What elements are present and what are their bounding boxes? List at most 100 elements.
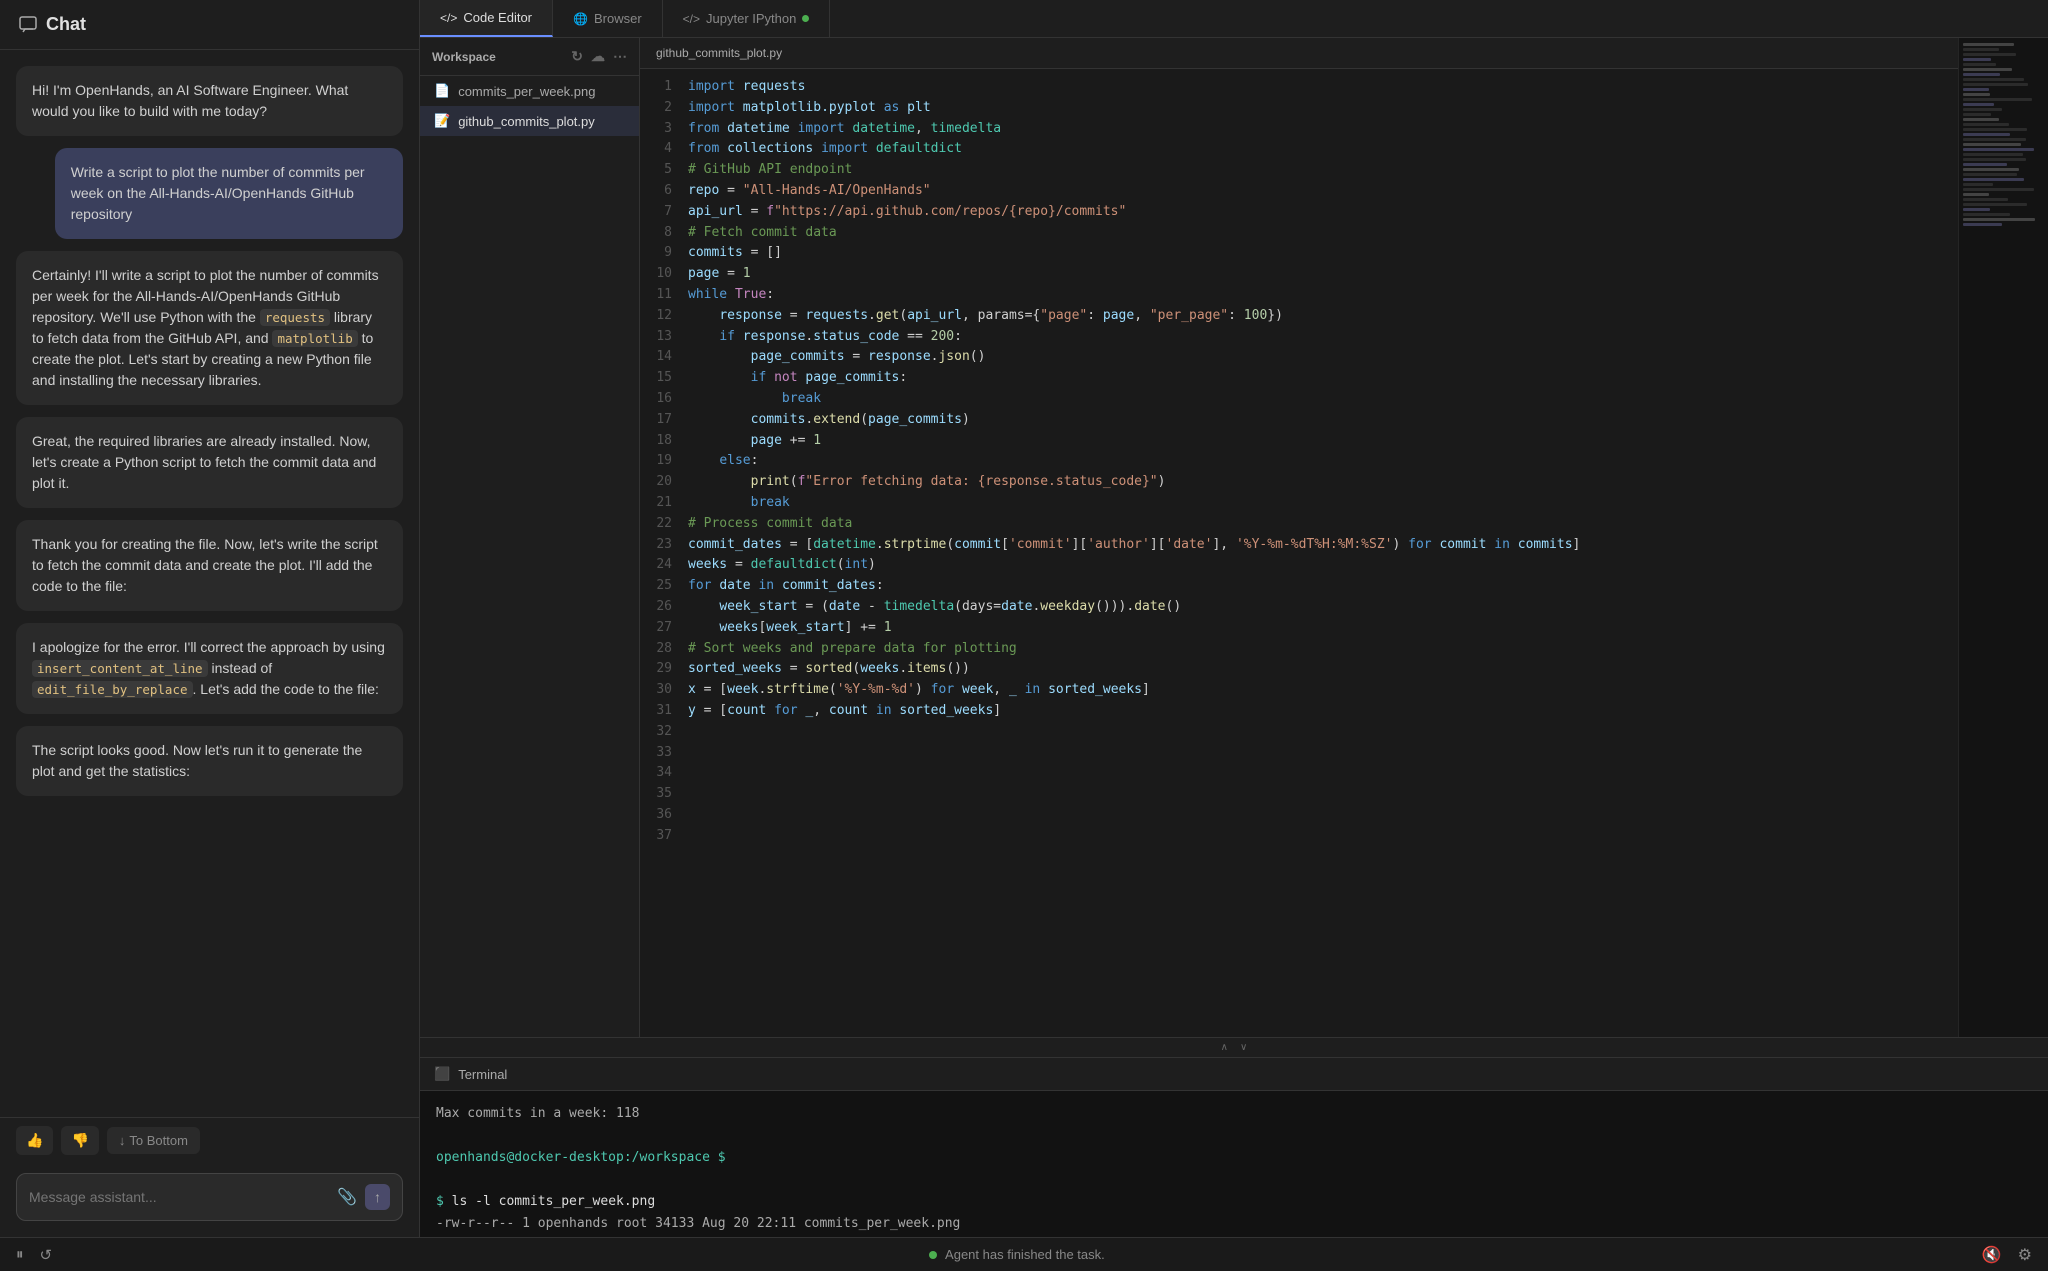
code-line-29: for date in commit_dates: <box>688 576 1942 597</box>
to-bottom-arrow-icon: ↓ <box>119 1133 126 1148</box>
chat-message-2: Certainly! I'll write a script to plot t… <box>16 251 403 405</box>
terminal-body[interactable]: Max commits in a week: 118 openhands@doc… <box>420 1091 2048 1237</box>
terminal-title: Terminal <box>458 1067 507 1082</box>
terminal-line-1: Max commits in a week: 118 <box>436 1103 2032 1125</box>
line-numbers: 1234567891011121314151617181920212223242… <box>640 69 680 1037</box>
tab-jupyter-label: Jupyter IPython <box>706 11 796 26</box>
file-commits-py[interactable]: 📝 github_commits_plot.py <box>420 106 639 136</box>
file-commits-png[interactable]: 📄 commits_per_week.png <box>420 76 639 106</box>
editor-filename: github_commits_plot.py <box>656 46 782 60</box>
status-dot <box>929 1251 937 1259</box>
jupyter-active-dot <box>802 15 809 22</box>
code-content[interactable]: 1234567891011121314151617181920212223242… <box>640 69 1958 1037</box>
code-line-25: # Process commit data <box>688 514 1942 535</box>
code-editor-icon: </> <box>440 11 457 25</box>
to-bottom-button[interactable]: ↓ To Bottom <box>107 1127 200 1154</box>
code-line-13: while True: <box>688 285 1942 306</box>
code-line-8: api_url = f"https://api.github.com/repos… <box>688 202 1942 223</box>
file-commits-png-label: commits_per_week.png <box>458 84 595 99</box>
refresh-workspace-icon[interactable]: ↻ <box>571 48 583 65</box>
code-line-3: from datetime import datetime, timedelta <box>688 119 1942 140</box>
chat-message-3: Great, the required libraries are alread… <box>16 417 403 508</box>
code-line-26: commit_dates = [datetime.strptime(commit… <box>688 535 1942 556</box>
more-icon[interactable]: ⋯ <box>613 48 627 65</box>
cloud-icon[interactable]: ☁ <box>591 48 605 65</box>
code-line-17: if not page_commits: <box>688 368 1942 389</box>
workspace-title: Workspace <box>432 50 496 64</box>
chat-messages[interactable]: Hi! I'm OpenHands, an AI Software Engine… <box>0 50 419 1117</box>
code-line-12: page = 1 <box>688 264 1942 285</box>
terminal-header: ⬛ Terminal <box>420 1058 2048 1091</box>
code-line-31: weeks[week_start] += 1 <box>688 618 1942 639</box>
mute-button[interactable]: 🔇 <box>1982 1245 2002 1265</box>
file-commits-py-label: github_commits_plot.py <box>458 114 595 129</box>
chat-message-0: Hi! I'm OpenHands, an AI Software Engine… <box>16 66 403 136</box>
workspace-header: Workspace ↻ ☁ ⋯ <box>420 38 639 76</box>
code-line-23: break <box>688 493 1942 514</box>
status-text: Agent has finished the task. <box>945 1247 1105 1262</box>
status-bar: ⏸ ↺ Agent has finished the task. 🔇 ⚙ <box>0 1237 2048 1271</box>
settings-button[interactable]: ⚙ <box>2018 1245 2032 1265</box>
code-line-18: break <box>688 389 1942 410</box>
code-line-7: repo = "All-Hands-AI/OpenHands" <box>688 181 1942 202</box>
right-panel: </> Code Editor 🌐 Browser </> Jupyter IP… <box>420 0 2048 1237</box>
minimap <box>1958 38 2048 1037</box>
resize-down-arrow: ∨ <box>1240 1042 1247 1053</box>
code-line-10: # Fetch commit data <box>688 223 1942 244</box>
code-line-27: weeks = defaultdict(int) <box>688 555 1942 576</box>
attach-icon[interactable]: 📎 <box>337 1187 357 1207</box>
code-line-11: commits = [] <box>688 243 1942 264</box>
chat-input[interactable] <box>29 1189 329 1205</box>
code-line-6: # GitHub API endpoint <box>688 160 1942 181</box>
thumbs-up-button[interactable]: 👍 <box>16 1126 53 1155</box>
code-line-2: import matplotlib.pyplot as plt <box>688 98 1942 119</box>
chat-message-6: The script looks good. Now let's run it … <box>16 726 403 796</box>
terminal-line-2 <box>436 1125 2032 1147</box>
workspace-icons: ↻ ☁ ⋯ <box>571 48 627 65</box>
chat-icon <box>18 15 38 35</box>
status-right: 🔇 ⚙ <box>1982 1245 2032 1265</box>
workspace-sidebar: Workspace ↻ ☁ ⋯ 📄 commits_per_week.png 📝… <box>420 38 640 1037</box>
resize-up-arrow: ∧ <box>1221 1042 1228 1053</box>
chat-input-area: 📎 ↑ <box>0 1163 419 1237</box>
tab-browser-label: Browser <box>594 11 642 26</box>
status-left: ⏸ ↺ <box>16 1246 52 1264</box>
chat-panel: Chat Hi! I'm OpenHands, an AI Software E… <box>0 0 420 1237</box>
terminal-line-3: openhands@docker-desktop:/workspace $ <box>436 1147 2032 1169</box>
chat-footer-controls: 👍 👎 ↓ To Bottom <box>0 1117 419 1163</box>
code-line-33: # Sort weeks and prepare data for plotti… <box>688 639 1942 660</box>
refresh-button[interactable]: ↺ <box>40 1246 53 1264</box>
tab-code-editor-label: Code Editor <box>463 10 532 25</box>
send-button[interactable]: ↑ <box>365 1184 390 1210</box>
terminal-resize-bar[interactable]: ∧ ∨ <box>420 1038 2048 1058</box>
code-line-22: print(f"Error fetching data: {response.s… <box>688 472 1942 493</box>
chat-message-5: I apologize for the error. I'll correct … <box>16 623 403 714</box>
terminal-line-5: $ ls -l commits_per_week.png <box>436 1191 2032 1213</box>
code-file-header: github_commits_plot.py <box>640 38 1958 69</box>
code-editor-main: github_commits_plot.py 12345678910111213… <box>640 38 1958 1037</box>
code-line-15: if response.status_code == 200: <box>688 327 1942 348</box>
code-line-16: page_commits = response.json() <box>688 347 1942 368</box>
code-line-30: week_start = (date - timedelta(days=date… <box>688 597 1942 618</box>
tab-browser[interactable]: 🌐 Browser <box>553 0 663 37</box>
code-line-19: commits.extend(page_commits) <box>688 410 1942 431</box>
browser-globe-icon: 🌐 <box>573 12 588 26</box>
py-file-icon: 📝 <box>434 113 450 129</box>
pause-button[interactable]: ⏸ <box>16 1246 24 1263</box>
thumbs-down-button[interactable]: 👎 <box>61 1126 98 1155</box>
main-area: Chat Hi! I'm OpenHands, an AI Software E… <box>0 0 2048 1237</box>
code-line-36: y = [count for _, count in sorted_weeks] <box>688 701 1942 722</box>
png-file-icon: 📄 <box>434 83 450 99</box>
tab-jupyter[interactable]: </> Jupyter IPython <box>663 0 831 37</box>
terminal-line-7 <box>436 1236 2032 1237</box>
tab-code-editor[interactable]: </> Code Editor <box>420 0 553 37</box>
code-lines: import requestsimport matplotlib.pyplot … <box>680 69 1958 1037</box>
chat-input-row: 📎 ↑ <box>16 1173 403 1221</box>
code-line-20: page += 1 <box>688 431 1942 452</box>
code-line-14: response = requests.get(api_url, params=… <box>688 306 1942 327</box>
chat-header: Chat <box>0 0 419 50</box>
tab-bar: </> Code Editor 🌐 Browser </> Jupyter IP… <box>420 0 2048 38</box>
status-center: Agent has finished the task. <box>929 1247 1105 1262</box>
code-line-21: else: <box>688 451 1942 472</box>
code-line-35: x = [week.strftime('%Y-%m-%d') for week,… <box>688 680 1942 701</box>
